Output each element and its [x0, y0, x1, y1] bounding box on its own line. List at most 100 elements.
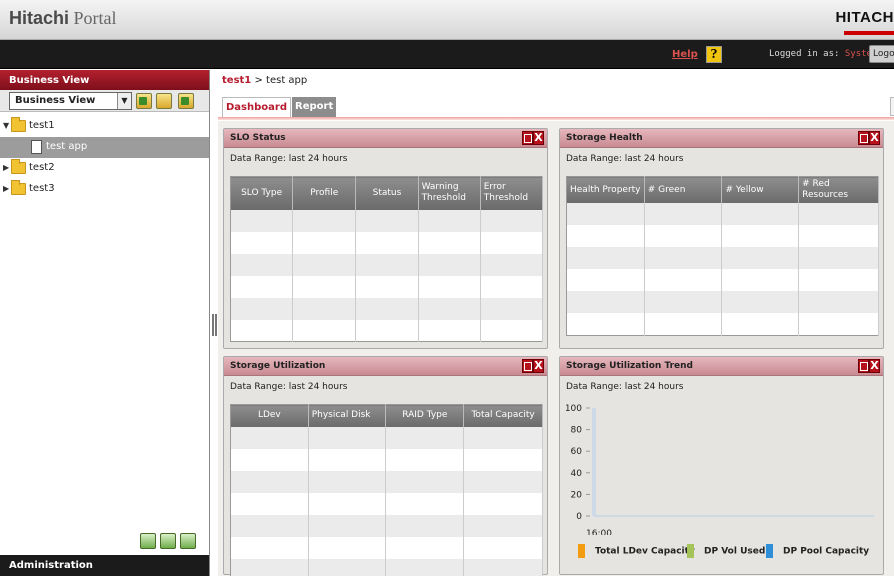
legend-label: Total LDev Capacity [595, 546, 695, 557]
business-view-tree: ▼ test1 test app ▶ test2 ▶ test3 [0, 112, 209, 200]
chevron-down-icon[interactable]: ▼ [117, 93, 131, 109]
column-header[interactable]: Warning Threshold [418, 176, 481, 210]
expand-triangle-icon[interactable]: ▼ [3, 121, 9, 130]
hitachi-logo: HITACH [835, 9, 894, 26]
y-tick-label: 0 [576, 512, 582, 522]
refresh-icon[interactable] [160, 533, 176, 549]
tab-report[interactable]: Report [292, 97, 337, 117]
collapse-triangle-icon[interactable]: ▶ [3, 163, 9, 172]
storage-health-panel: Storage Health X Data Range: last 24 hou… [559, 128, 884, 349]
column-header[interactable]: SLO Type [230, 176, 294, 210]
nav-bar: Help ? Logged in as: System Logout [0, 40, 894, 69]
column-header[interactable]: # Yellow [721, 176, 800, 203]
close-icon[interactable]: X [869, 131, 880, 145]
y-tick-label: 80 [571, 426, 583, 436]
breadcrumb-current: test app [266, 75, 308, 86]
column-header[interactable]: Total Capacity [463, 404, 543, 427]
business-view-select[interactable]: Business View ▼ [9, 92, 132, 110]
splitter-handle[interactable] [212, 314, 217, 336]
delete-folder-icon[interactable] [178, 93, 194, 109]
folder-icon [11, 180, 26, 195]
breadcrumb-root-link[interactable]: test1 [222, 75, 251, 86]
collapse-triangle-icon[interactable]: ▶ [3, 184, 9, 193]
legend-item: Total LDev Capacity [578, 544, 695, 558]
tree-item-test2[interactable]: ▶ test2 [0, 158, 209, 179]
tree-item-test1[interactable]: ▼ test1 [0, 116, 209, 137]
table-row [230, 426, 543, 449]
help-icon[interactable]: ? [706, 46, 722, 63]
app-title: Hitachi Portal [9, 8, 117, 28]
maximize-icon[interactable] [858, 359, 869, 373]
legend-label: DP Vol Used [704, 546, 766, 557]
tree-item-test-app[interactable]: test app [0, 137, 209, 158]
trend-chart: 100 80 60 40 20 0 16:00 [566, 404, 874, 535]
tab-dashboard[interactable]: Dashboard [222, 97, 291, 117]
column-header[interactable]: Physical Disk [308, 404, 387, 427]
tab-divider [218, 117, 894, 120]
table-row [230, 492, 543, 515]
column-header[interactable]: RAID Type [385, 404, 465, 427]
data-range-label: Data Range: last 24 hours [230, 154, 348, 164]
table-row [566, 291, 879, 313]
table-row [230, 253, 544, 276]
data-range-label: Data Range: last 24 hours [230, 382, 348, 392]
legend-swatch [578, 544, 585, 558]
maximize-icon[interactable] [522, 131, 533, 145]
tab-scroll-button[interactable] [890, 97, 894, 116]
sidebar: Business View Business View ▼ ▼ test1 te… [0, 70, 210, 576]
slo-status-panel: SLO Status X Data Range: last 24 hours S… [223, 128, 548, 349]
edit-folder-icon[interactable] [156, 93, 172, 109]
sidebar-title: Business View [0, 70, 209, 90]
logged-in-status: Logged in as: System [769, 49, 878, 59]
tree-item-test3[interactable]: ▶ test3 [0, 179, 209, 200]
logo-accent-bar [844, 31, 894, 35]
column-header[interactable]: # Green [644, 176, 723, 203]
close-icon[interactable]: X [869, 359, 880, 373]
column-header[interactable]: LDev [230, 404, 309, 427]
table-row [230, 231, 544, 254]
panel-title: Storage Utilization [230, 361, 326, 371]
main-content: test1 > test app Dashboard Report SLO Sta… [218, 70, 894, 576]
document-icon [31, 140, 42, 154]
breadcrumb-separator: > [254, 75, 263, 86]
column-header[interactable]: Error Threshold [480, 176, 544, 210]
panel-header: Storage Health X [560, 129, 883, 148]
y-tick-label: 20 [571, 490, 583, 500]
close-icon[interactable]: X [533, 131, 544, 145]
help-link[interactable]: Help [672, 49, 698, 60]
storage-utilization-trend-panel: Storage Utilization Trend X Data Range: … [559, 356, 884, 575]
copy-icon[interactable] [180, 533, 196, 549]
tree-item-label: test1 [29, 120, 55, 131]
panel-header: Storage Utilization X [224, 357, 547, 376]
folder-icon [11, 117, 26, 132]
storage-health-table: Health Property # Green # Yellow # Red R… [566, 176, 879, 336]
close-icon[interactable]: X [533, 359, 544, 373]
slo-table: SLO Type Profile Status Warning Threshol… [230, 176, 544, 342]
table-row [566, 203, 879, 225]
x-tick-label: 16:00 [586, 529, 612, 535]
table-row [566, 269, 879, 291]
panel-header: Storage Utilization Trend X [560, 357, 883, 376]
logout-button[interactable]: Logout [869, 45, 894, 63]
table-row [230, 275, 544, 298]
column-header[interactable]: Profile [292, 176, 357, 210]
table-row [566, 313, 879, 335]
add-folder-icon[interactable] [136, 93, 152, 109]
sidebar-toolbar: Business View ▼ [0, 90, 209, 112]
legend-swatch [687, 544, 694, 558]
column-header[interactable]: Status [355, 176, 419, 210]
table-row [230, 558, 543, 576]
table-row [230, 209, 544, 232]
administration-header[interactable]: Administration [0, 555, 209, 576]
y-tick-label: 100 [566, 404, 582, 414]
storage-utilization-panel: Storage Utilization X Data Range: last 2… [223, 356, 548, 576]
breadcrumb: test1 > test app [222, 75, 307, 86]
panel-title: Storage Health [566, 133, 643, 143]
data-range-label: Data Range: last 24 hours [566, 382, 684, 392]
edit-icon[interactable] [140, 533, 156, 549]
column-header[interactable]: # Red Resources [798, 176, 879, 203]
y-tick-label: 60 [571, 447, 583, 457]
column-header[interactable]: Health Property [566, 176, 645, 203]
maximize-icon[interactable] [858, 131, 869, 145]
maximize-icon[interactable] [522, 359, 533, 373]
